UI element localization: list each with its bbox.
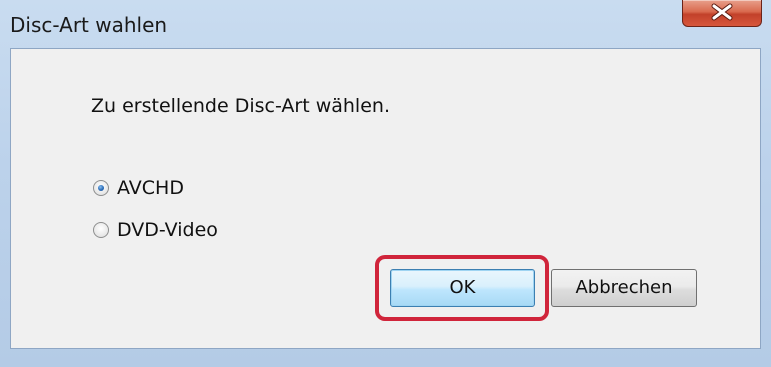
radio-selected-dot — [98, 185, 104, 191]
title-bar[interactable]: Disc-Art wahlen — [0, 0, 771, 48]
cancel-button[interactable]: Abbrechen — [551, 269, 697, 307]
close-button[interactable] — [682, 0, 762, 27]
ok-button[interactable]: OK — [390, 269, 535, 307]
radio-label-avchd[interactable]: AVCHD — [117, 177, 184, 199]
dialog-window: Disc-Art wahlen Zu erstellende Disc-Art … — [0, 0, 771, 367]
radio-button-avchd[interactable] — [93, 180, 109, 196]
window-bottom-border — [0, 358, 771, 367]
close-icon — [711, 3, 733, 21]
window-title: Disc-Art wahlen — [10, 13, 168, 37]
radio-label-dvd-video[interactable]: DVD-Video — [117, 219, 218, 241]
dialog-body: Zu erstellende Disc-Art wählen. AVCHD DV… — [10, 48, 761, 349]
prompt-label: Zu erstellende Disc-Art wählen. — [91, 95, 390, 117]
radio-button-dvd-video[interactable] — [93, 222, 109, 238]
